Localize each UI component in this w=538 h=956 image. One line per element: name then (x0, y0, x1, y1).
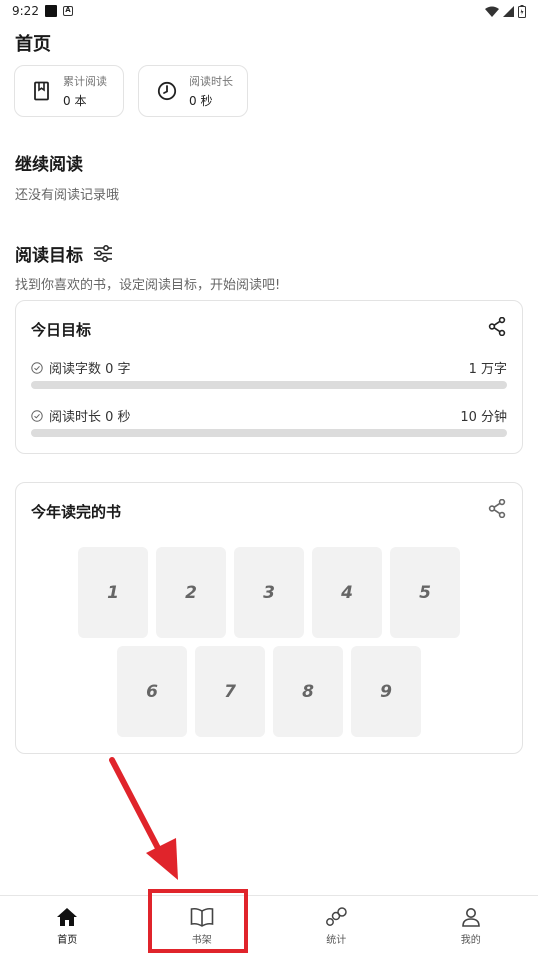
reading-goals-title: 阅读目标 (15, 241, 113, 266)
goal-target: 1 万字 (468, 362, 507, 377)
red-highlight-box (148, 889, 248, 953)
book-icon (34, 81, 49, 101)
book-slot[interactable]: 3 (234, 547, 304, 638)
share-icon[interactable] (488, 317, 506, 336)
book-slot[interactable]: 4 (312, 547, 382, 638)
home-icon (57, 907, 78, 926)
reading-time-card[interactable]: 阅读时长 0 秒 (138, 65, 248, 117)
year-books-title: 今年读完的书 (31, 503, 122, 521)
share-icon[interactable] (488, 499, 506, 518)
tab-label: 我的 (460, 934, 481, 946)
check-circle-icon (31, 361, 43, 374)
stat-label: 累计阅读 (63, 75, 107, 88)
today-goal-card: 今日目标 阅读字数 0 字 1 万字 阅读时长 0 秒 10 分钟 (15, 300, 523, 454)
today-goal-title: 今日目标 (31, 321, 92, 339)
status-bar: 9:22 A (0, 0, 538, 22)
book-grid: 12345 6789 (16, 547, 522, 737)
goal-row-words: 阅读字数 0 字 1 万字 (31, 358, 507, 377)
bottom-tab-bar: 首页 书架 统计 我的 (0, 895, 538, 956)
book-slot[interactable]: 8 (273, 646, 343, 737)
total-read-card[interactable]: 累计阅读 0 本 (14, 65, 124, 117)
stats-icon (326, 906, 347, 926)
reading-goals-subtitle: 找到你喜欢的书，设定阅读目标，开始阅读吧! (15, 278, 281, 293)
book-slot[interactable]: 2 (156, 547, 226, 638)
year-books-card: 今年读完的书 12345 6789 (15, 482, 523, 754)
tab-label: 首页 (57, 934, 78, 946)
stat-value: 0 本 (63, 94, 87, 108)
tab-stats[interactable]: 统计 (269, 896, 404, 956)
notification-icon (44, 5, 57, 17)
check-circle-icon (31, 409, 43, 422)
continue-empty-text: 还没有阅读记录哦 (15, 188, 120, 203)
settings-sliders-icon[interactable] (93, 245, 113, 262)
book-slot[interactable]: 9 (351, 646, 421, 737)
page-title: 首页 (15, 34, 51, 55)
red-arrow-annotation (109, 757, 178, 880)
continue-reading-title: 继续阅读 (15, 155, 83, 175)
wifi-icon (485, 6, 499, 17)
goal-row-time: 阅读时长 0 秒 10 分钟 (31, 406, 507, 425)
tab-profile[interactable]: 我的 (404, 896, 538, 956)
goal-progress-words (31, 381, 507, 389)
goal-label: 阅读时长 0 秒 (49, 410, 131, 425)
book-slot[interactable]: 1 (78, 547, 148, 638)
stat-value: 0 秒 (189, 94, 213, 108)
status-time: 9:22 (12, 4, 39, 18)
book-slot[interactable]: 6 (117, 646, 187, 737)
goal-label: 阅读字数 0 字 (49, 362, 131, 377)
tab-label: 统计 (326, 934, 347, 946)
tab-home[interactable]: 首页 (0, 896, 135, 956)
book-slot[interactable]: 7 (195, 646, 265, 737)
book-slot[interactable]: 5 (390, 547, 460, 638)
stat-label: 阅读时长 (189, 75, 233, 88)
goal-target: 10 分钟 (460, 410, 507, 425)
clock-icon (157, 81, 177, 101)
battery-icon (518, 4, 526, 18)
signal-icon (503, 5, 514, 17)
person-icon (461, 907, 480, 927)
app-notification-icon: A (62, 6, 73, 16)
goal-progress-time (31, 429, 507, 437)
